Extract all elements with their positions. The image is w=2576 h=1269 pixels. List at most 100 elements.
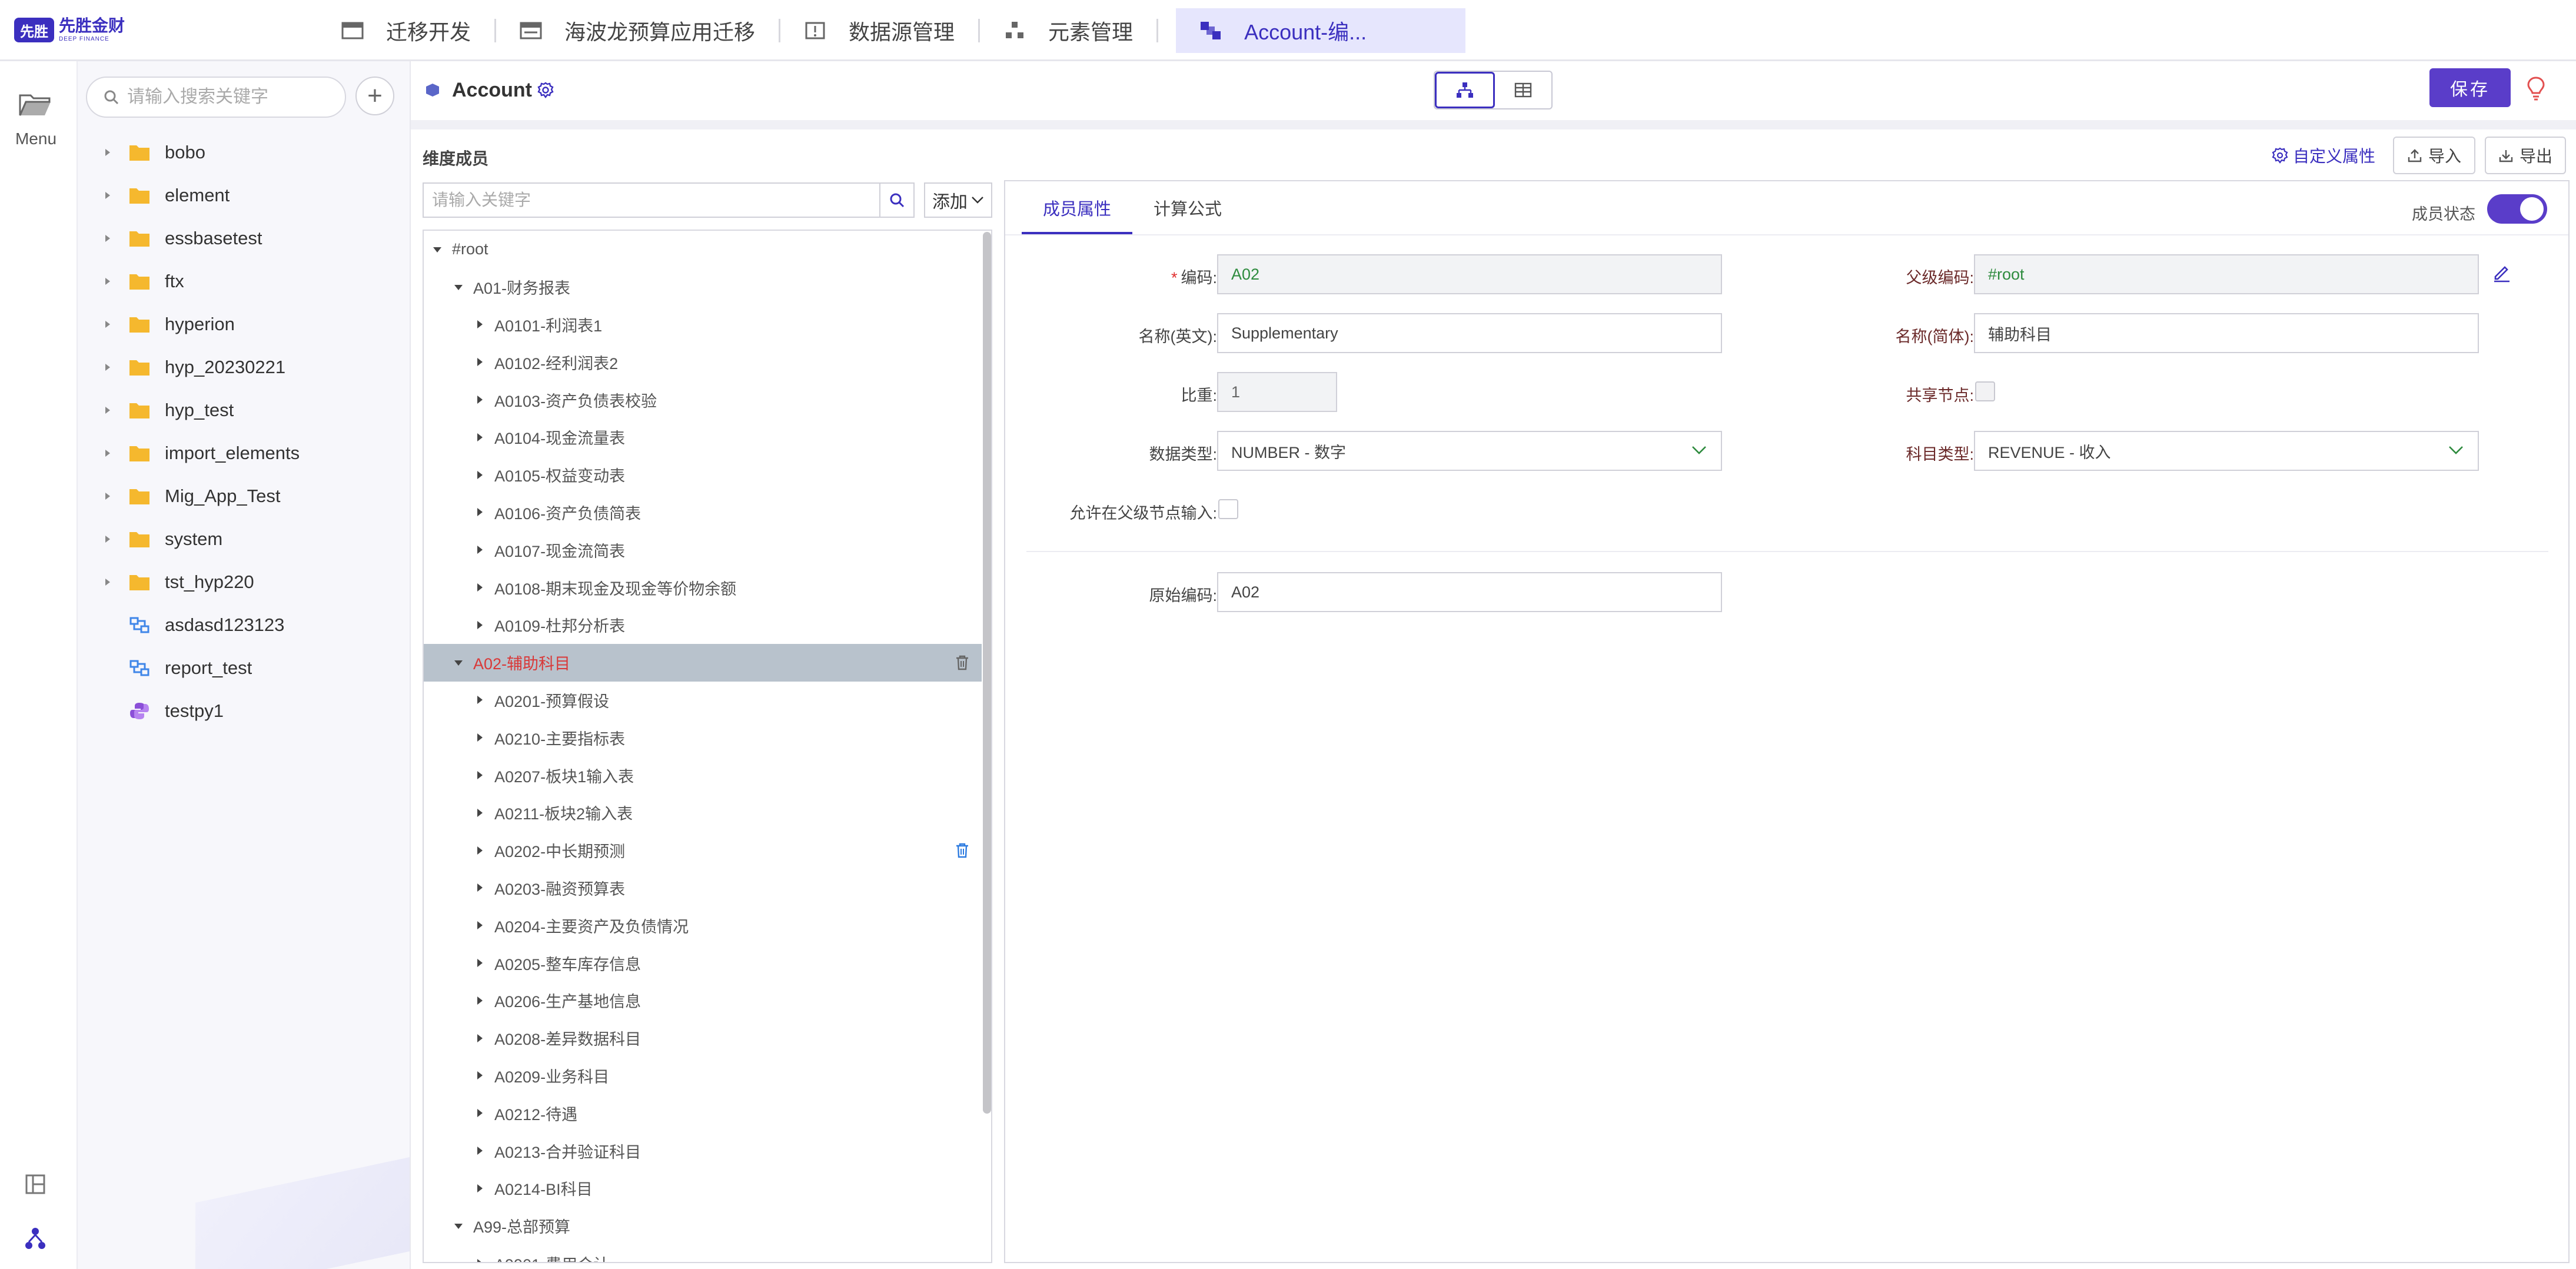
tree-node[interactable]: A0211-板块2输入表 xyxy=(424,794,982,832)
tree-view-button[interactable] xyxy=(1435,72,1495,108)
tree-node[interactable]: A0105-权益变动表 xyxy=(424,456,982,494)
explorer-search-input[interactable] xyxy=(127,87,327,107)
tree-node[interactable]: A02-辅助科目 xyxy=(424,643,982,682)
explorer-item-import-elements[interactable]: import_elements xyxy=(78,431,410,474)
tree-search-input[interactable] xyxy=(424,191,877,210)
explorer-item-label: system xyxy=(165,528,223,549)
delete-icon[interactable] xyxy=(955,842,970,859)
tab-datasource[interactable]: 数据源管理 xyxy=(780,8,978,53)
explorer-item-tst-hyp220[interactable]: tst_hyp220 xyxy=(78,560,410,603)
tab-account-edit[interactable]: Account-编... xyxy=(1176,8,1466,53)
explorer-item-label: essbasetest xyxy=(165,227,262,248)
tree-node[interactable]: A9901-费用合计 xyxy=(424,1245,982,1262)
tree-node[interactable]: A0208-差异数据科目 xyxy=(424,1019,982,1057)
menu-label[interactable]: Menu xyxy=(0,129,72,148)
explorer-item-asdasd123123[interactable]: asdasd123123 xyxy=(78,603,410,646)
tab-element[interactable]: 元素管理 xyxy=(980,8,1156,53)
caret-right-icon xyxy=(477,508,483,517)
explorer-item-element[interactable]: element xyxy=(78,174,410,217)
tree-node[interactable]: A0206-生产基地信息 xyxy=(424,982,982,1019)
tree-node[interactable]: A0209-业务科目 xyxy=(424,1057,982,1095)
lightbulb-icon[interactable] xyxy=(2525,75,2547,101)
explorer-item-testpy1[interactable]: testpy1 xyxy=(78,689,410,732)
allow-parent-input-label: 允许在父级节点输入: xyxy=(1069,504,1217,522)
folder-icon xyxy=(129,403,149,418)
folder-open-icon[interactable] xyxy=(19,92,52,118)
name-en-field[interactable]: Supplementary xyxy=(1217,313,1722,353)
add-app-button[interactable]: + xyxy=(355,77,394,115)
allow-parent-input-checkbox[interactable] xyxy=(1218,499,1238,519)
tree-node[interactable]: A0106-资产负债简表 xyxy=(424,494,982,531)
member-status-toggle[interactable] xyxy=(2487,194,2547,224)
explorer-item-ftx[interactable]: ftx xyxy=(78,260,410,303)
explorer-item-essbasetest[interactable]: essbasetest xyxy=(78,217,410,260)
caret-right-icon xyxy=(477,620,483,629)
app-tabs: 迁移开发 海波龙预算应用迁移 数据源管理 元素管理 Account-编... xyxy=(318,0,1466,61)
tree-node-label: A0213-合并验证科目 xyxy=(494,1143,641,1161)
tree-node[interactable]: A0207-板块1输入表 xyxy=(424,756,982,794)
custom-attributes-link[interactable]: 自定义属性 xyxy=(2272,144,2375,167)
tab-hyperion-migration[interactable]: 海波龙预算应用迁移 xyxy=(496,8,779,53)
tree-node[interactable]: A0104-现金流量表 xyxy=(424,418,982,456)
code-field[interactable]: A02 xyxy=(1217,254,1722,294)
layout-icon[interactable] xyxy=(25,1174,46,1195)
explorer-item-mig-app-test[interactable]: Mig_App_Test xyxy=(78,474,410,517)
tree-node[interactable]: A0201-预算假设 xyxy=(424,682,982,719)
explorer-item-report-test[interactable]: report_test xyxy=(78,646,410,689)
tree-node-label: A0208-差异数据科目 xyxy=(494,1031,641,1049)
tab-member-attributes[interactable]: 成员属性 xyxy=(1022,181,1133,234)
explorer-item-label: hyperion xyxy=(165,313,235,334)
tree-node[interactable]: A99-总部预算 xyxy=(424,1207,982,1245)
explorer-item-hyp-test[interactable]: hyp_test xyxy=(78,388,410,431)
tree-node[interactable]: A0202-中长期预测 xyxy=(424,832,982,869)
tree-node[interactable]: A0108-期末现金及现金等价物余额 xyxy=(424,569,982,606)
import-button[interactable]: 导入 xyxy=(2393,137,2475,174)
tab-calculation-formula[interactable]: 计算公式 xyxy=(1132,181,1243,234)
add-member-dropdown[interactable]: 添加 xyxy=(924,182,992,218)
tree-node[interactable]: A0102-经利润表2 xyxy=(424,343,982,381)
tree-node[interactable]: A0109-杜邦分析表 xyxy=(424,606,982,644)
tree-node[interactable]: A0101-利润表1 xyxy=(424,306,982,344)
tree-node[interactable]: #root xyxy=(424,231,982,268)
app-explorer: + bobo element essbasetest ftx hyperion hyp_2… xyxy=(78,61,411,1269)
tree-node[interactable]: A0210-主要指标表 xyxy=(424,719,982,756)
tree-scrollbar[interactable] xyxy=(983,232,991,1114)
tree-node[interactable]: A0212-待遇 xyxy=(424,1094,982,1132)
tree-node[interactable]: A0204-主要资产及负债情况 xyxy=(424,906,982,944)
data-type-select[interactable]: NUMBER - 数字 xyxy=(1217,431,1722,471)
explorer-item-hyp-20230221[interactable]: hyp_20230221 xyxy=(78,346,410,388)
tree-search[interactable] xyxy=(423,182,915,218)
table-view-button[interactable] xyxy=(1495,72,1551,108)
parent-code-field[interactable]: #root xyxy=(1974,254,2479,294)
weight-field[interactable]: 1 xyxy=(1217,372,1337,412)
name-cn-field[interactable]: 辅助科目 xyxy=(1974,313,2479,353)
form-tabs: 成员属性 计算公式 xyxy=(1022,181,1243,234)
explorer-item-bobo[interactable]: bobo xyxy=(78,131,410,174)
save-button[interactable]: 保存 xyxy=(2429,68,2511,107)
top-bar: 先胜 先胜金财 DEEP FINANCE 迁移开发 海波龙预算应用迁移 数据源管… xyxy=(0,0,2576,61)
gear-icon[interactable] xyxy=(537,81,554,99)
origin-code-field[interactable]: A02 xyxy=(1217,572,1722,612)
tree-node-label: A0109-杜邦分析表 xyxy=(494,617,626,636)
chevron-right-icon xyxy=(105,148,110,156)
account-type-select[interactable]: REVENUE - 收入 xyxy=(1974,431,2479,471)
explorer-item-system[interactable]: system xyxy=(78,517,410,560)
tree-search-button[interactable] xyxy=(879,184,913,217)
tree-node[interactable]: A0107-现金流简表 xyxy=(424,531,982,569)
tree-node[interactable]: A0205-整车库存信息 xyxy=(424,944,982,982)
tree-node[interactable]: A0213-合并验证科目 xyxy=(424,1132,982,1170)
explorer-item-hyperion[interactable]: hyperion xyxy=(78,303,410,346)
tree-node[interactable]: A0203-融资预算表 xyxy=(424,869,982,907)
explorer-search[interactable] xyxy=(86,77,346,118)
delete-icon[interactable] xyxy=(955,655,970,671)
edit-icon[interactable] xyxy=(2492,263,2512,283)
caret-right-icon xyxy=(477,320,483,329)
tree-node[interactable]: A0103-资产负债表校验 xyxy=(424,381,982,418)
shared-node-checkbox[interactable] xyxy=(1975,381,1995,401)
tree-node[interactable]: A01-财务报表 xyxy=(424,268,982,306)
hierarchy-icon[interactable] xyxy=(25,1227,46,1250)
export-button[interactable]: 导出 xyxy=(2485,137,2566,174)
tab-migrate[interactable]: 迁移开发 xyxy=(318,8,494,53)
tree-node[interactable]: A0214-BI科目 xyxy=(424,1170,982,1207)
caret-down-icon xyxy=(454,1223,463,1229)
